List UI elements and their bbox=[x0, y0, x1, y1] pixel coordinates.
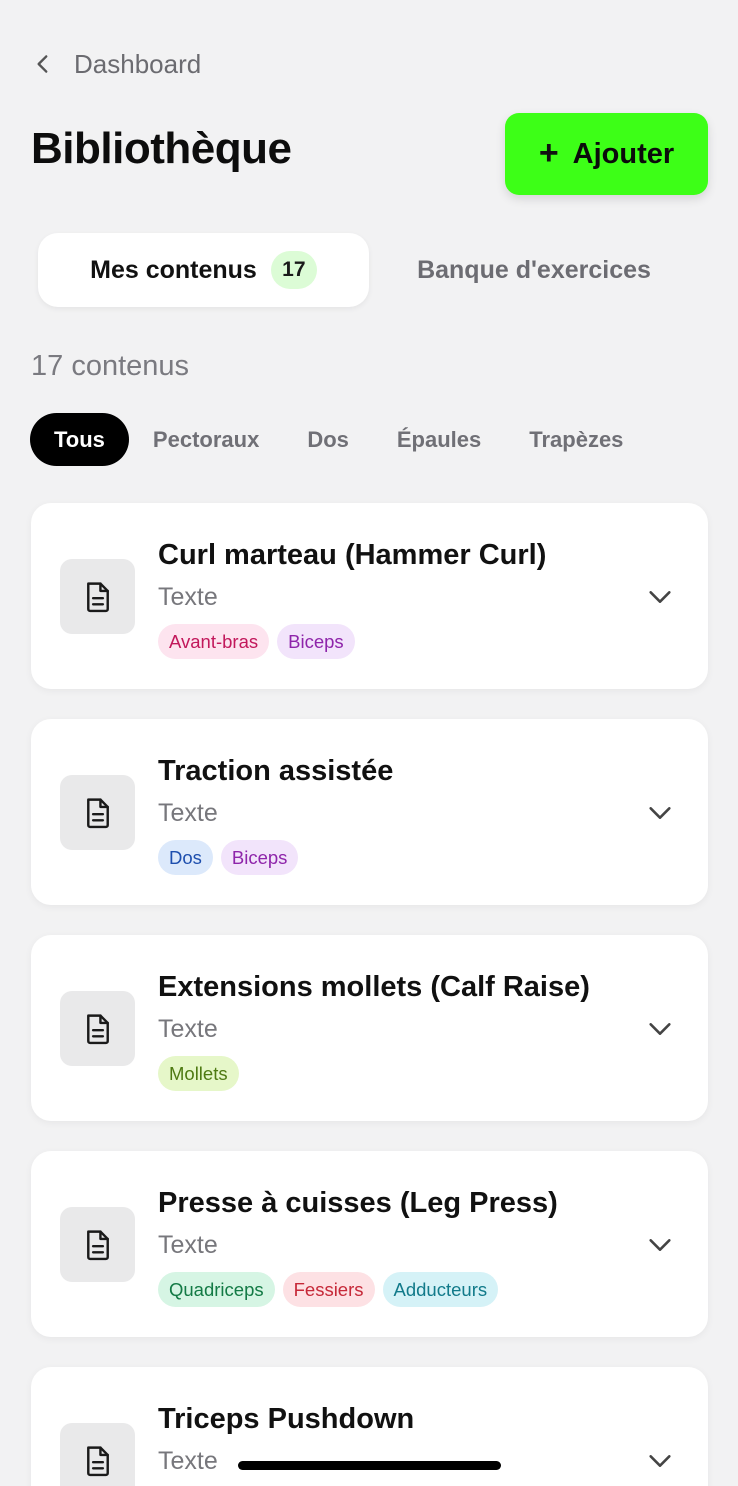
chevron-down-icon[interactable] bbox=[646, 1015, 674, 1043]
muscle-tag: Adducteurs bbox=[382, 1272, 499, 1307]
content-count: 17 contenus bbox=[31, 350, 190, 382]
filter-chip-dos[interactable]: Dos bbox=[283, 413, 373, 466]
content-type: Texte bbox=[158, 799, 218, 827]
add-button-label: Ajouter bbox=[572, 137, 675, 170]
muscle-tag: Biceps bbox=[277, 624, 355, 659]
content-title: Extensions mollets (Calf Raise) bbox=[158, 971, 590, 1003]
filter-chip-epaules[interactable]: Épaules bbox=[373, 413, 505, 466]
back-button[interactable]: Dashboard bbox=[30, 44, 201, 84]
content-card[interactable]: Curl marteau (Hammer Curl) Texte Avant-b… bbox=[31, 503, 708, 689]
tag-list: Dos Biceps bbox=[158, 840, 299, 875]
content-type: Texte bbox=[158, 1231, 218, 1259]
tab-my-content-label: Mes contenus bbox=[90, 255, 257, 284]
plus-icon: + bbox=[538, 134, 559, 172]
chevron-left-icon bbox=[37, 55, 48, 73]
document-icon bbox=[60, 559, 135, 634]
muscle-tag: Quadriceps bbox=[158, 1272, 275, 1307]
document-icon bbox=[60, 991, 135, 1066]
home-indicator bbox=[238, 1461, 501, 1470]
muscle-tag: Biceps bbox=[220, 840, 299, 875]
content-title: Traction assistée bbox=[158, 755, 394, 787]
count-badge: 17 bbox=[270, 251, 317, 289]
tab-my-content[interactable]: Mes contenus 17 bbox=[38, 233, 369, 307]
chevron-down-icon[interactable] bbox=[646, 583, 674, 611]
chevron-down-icon[interactable] bbox=[646, 799, 674, 827]
document-icon bbox=[60, 1423, 135, 1486]
filter-chip-pectoraux[interactable]: Pectoraux bbox=[129, 413, 283, 466]
content-title: Curl marteau (Hammer Curl) bbox=[158, 539, 547, 571]
back-label: Dashboard bbox=[74, 48, 202, 79]
filter-chip-all[interactable]: Tous bbox=[30, 413, 129, 466]
tag-list: Avant-bras Biceps bbox=[158, 624, 355, 659]
chevron-down-icon[interactable] bbox=[646, 1447, 674, 1475]
chevron-down-icon[interactable] bbox=[646, 1231, 674, 1259]
document-icon bbox=[60, 775, 135, 850]
content-card[interactable]: Traction assistée Texte Dos Biceps bbox=[31, 719, 708, 905]
muscle-tag: Dos bbox=[158, 840, 213, 875]
content-type: Texte bbox=[158, 1015, 218, 1043]
content-title: Presse à cuisses (Leg Press) bbox=[158, 1187, 558, 1219]
content-type: Texte bbox=[158, 1447, 218, 1475]
content-card[interactable]: Presse à cuisses (Leg Press) Texte Quadr… bbox=[31, 1151, 708, 1337]
content-card[interactable]: Extensions mollets (Calf Raise) Texte Mo… bbox=[31, 935, 708, 1121]
filter-chips: Tous Pectoraux Dos Épaules Trapèzes bbox=[30, 413, 647, 466]
add-button[interactable]: + Ajouter bbox=[505, 113, 708, 195]
muscle-tag: Fessiers bbox=[282, 1272, 375, 1307]
tag-list: Mollets bbox=[158, 1056, 239, 1091]
content-type: Texte bbox=[158, 583, 218, 611]
muscle-tag: Avant-bras bbox=[158, 624, 270, 659]
content-title: Triceps Pushdown bbox=[158, 1403, 415, 1435]
filter-chip-trapezes[interactable]: Trapèzes bbox=[505, 413, 647, 466]
page-title: Bibliothèque bbox=[31, 124, 292, 173]
muscle-tag: Mollets bbox=[158, 1056, 239, 1091]
tag-list: Quadriceps Fessiers Adducteurs bbox=[158, 1272, 499, 1307]
tab-exercise-bank[interactable]: Banque d'exercices bbox=[384, 233, 684, 307]
document-icon bbox=[60, 1207, 135, 1282]
